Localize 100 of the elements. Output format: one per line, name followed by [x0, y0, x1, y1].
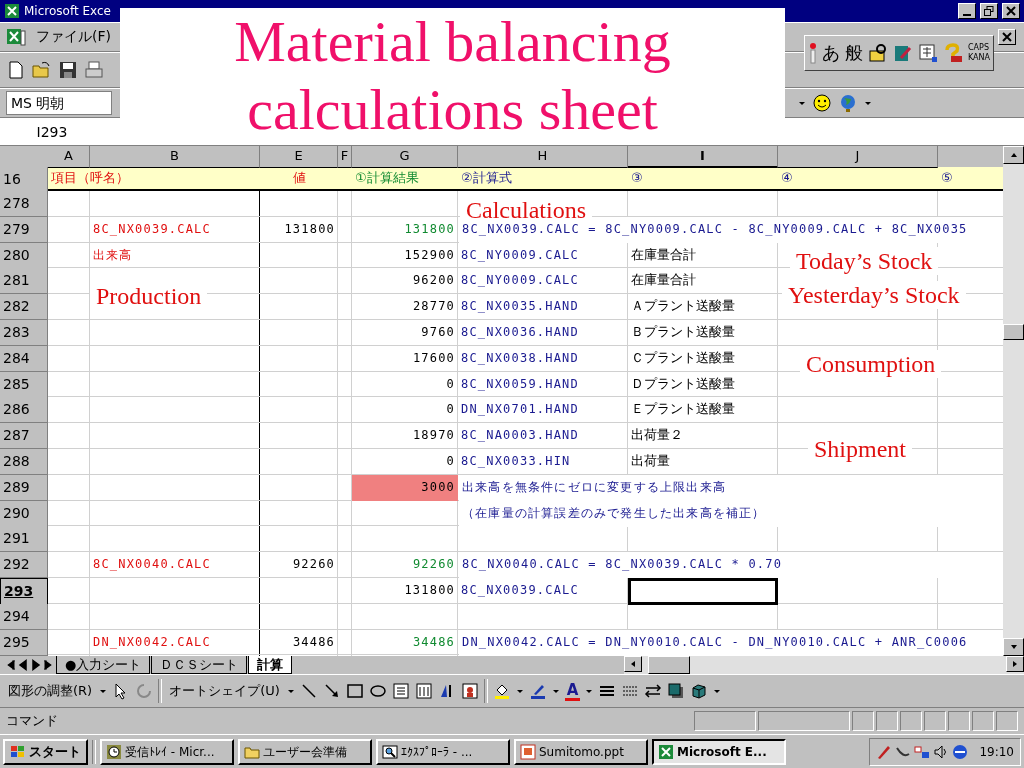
row-header[interactable]: 281 — [0, 268, 48, 295]
table-cell: 3000 — [352, 474, 458, 501]
table-cell-text: 152900 — [403, 246, 456, 264]
grid-pad-icon[interactable] — [918, 43, 938, 63]
rectangle-icon[interactable] — [345, 682, 364, 700]
toolbox-icon[interactable] — [868, 43, 888, 63]
cube-icon[interactable] — [690, 682, 709, 700]
columns-icon[interactable] — [414, 682, 433, 700]
network-icon[interactable] — [914, 744, 931, 760]
row-header[interactable]: 278 — [0, 191, 48, 217]
table-cell-text: 値 — [291, 169, 307, 187]
start-button[interactable]: スタート — [3, 739, 88, 765]
scroll-thumb[interactable] — [1003, 324, 1024, 340]
scroll-down-button[interactable] — [1003, 638, 1024, 656]
row-header[interactable]: 290 — [0, 500, 48, 527]
sheet-tab[interactable]: 計算 — [248, 656, 293, 674]
up-arrow-icon[interactable] — [1009, 151, 1018, 159]
caret-icon[interactable] — [798, 99, 806, 107]
table-cell-text: 34486 — [291, 633, 336, 651]
grip-icon[interactable] — [809, 42, 817, 64]
ellipse-icon[interactable] — [368, 682, 387, 700]
minimize-button[interactable] — [958, 3, 976, 19]
font-field[interactable]: MS 明朝 — [6, 91, 112, 115]
sheet-tab[interactable]: ●入力シート — [56, 656, 151, 674]
taskbar-button[interactable]: ｴｸｽﾌﾟﾛｰﾗ - ... — [376, 739, 510, 765]
right-arrow-icon[interactable] — [1011, 660, 1019, 668]
notebook-icon[interactable] — [893, 43, 913, 63]
row-header[interactable]: 292 — [0, 552, 48, 579]
scroll-thumb[interactable] — [648, 656, 690, 674]
save-icon[interactable] — [58, 60, 78, 80]
shadow-icon[interactable] — [667, 682, 686, 700]
status-panel — [876, 711, 898, 731]
vertical-scrollbar[interactable] — [1003, 146, 1024, 656]
caret-icon[interactable] — [515, 687, 524, 695]
conversion-mode-button[interactable]: 般 — [845, 41, 863, 65]
down-arrow-icon[interactable] — [1009, 643, 1018, 651]
row-header[interactable]: 284 — [0, 345, 48, 372]
sheet-nav-icon[interactable] — [17, 659, 29, 671]
new-file-icon[interactable] — [6, 60, 26, 80]
menu-item[interactable]: ファイル(F) — [32, 28, 115, 46]
row-header[interactable]: 294 — [0, 603, 48, 630]
caret-icon[interactable] — [551, 687, 560, 695]
row-header[interactable]: 279 — [0, 216, 48, 243]
windows-logo-icon — [10, 744, 26, 760]
table-cell-text: 92260 — [291, 556, 336, 574]
clip-art-icon[interactable] — [460, 682, 479, 700]
row-header[interactable]: 283 — [0, 320, 48, 346]
autoshapes-button[interactable]: オートシェイプ(U) — [167, 682, 282, 700]
caret-icon[interactable] — [585, 687, 594, 695]
left-arrow-icon[interactable] — [629, 660, 637, 668]
input-mode-button[interactable]: あ — [822, 41, 840, 65]
row-header[interactable]: 291 — [0, 526, 48, 553]
scroll-right-button[interactable] — [1006, 656, 1024, 672]
horizontal-scrollbar[interactable] — [624, 656, 1024, 674]
draw-menu-button[interactable]: 図形の調整(R) — [6, 682, 95, 700]
table-cell-text: 8C_NX0059.HAND — [460, 375, 580, 393]
taskbar-button[interactable]: Microsoft E... — [652, 739, 786, 765]
row-header[interactable]: 280 — [0, 242, 48, 269]
caret-icon[interactable] — [286, 687, 295, 695]
text-box-icon[interactable] — [391, 682, 410, 700]
open-folder-icon[interactable] — [32, 60, 52, 80]
table-cell-text: 出来高 — [92, 246, 134, 264]
taskbar-button[interactable]: ユーザー会準備 — [238, 739, 372, 765]
sheet-tab[interactable]: ＤＣＳシート — [151, 656, 248, 674]
smiley-icon[interactable] — [812, 93, 832, 113]
line-icon[interactable] — [299, 682, 318, 700]
row-header[interactable]: 285 — [0, 371, 48, 398]
row-header[interactable]: 293 — [0, 577, 48, 605]
print-icon[interactable] — [84, 60, 104, 80]
close-button[interactable] — [1002, 3, 1020, 19]
arrow-style-icon[interactable] — [644, 682, 663, 700]
arrow-icon[interactable] — [322, 682, 341, 700]
sheet-nav-icon[interactable] — [30, 659, 42, 671]
restore-button[interactable] — [980, 3, 998, 19]
row-header[interactable]: 286 — [0, 397, 48, 424]
row-header[interactable]: 287 — [0, 423, 48, 450]
close-button[interactable] — [998, 29, 1016, 45]
active-cell[interactable] — [628, 577, 778, 605]
taskbar-button[interactable]: 受信ﾄﾚｲ - Micr... — [100, 739, 234, 765]
taskbar-button[interactable]: Sumitomo.ppt — [514, 739, 648, 765]
pen-icon[interactable] — [528, 682, 547, 700]
row-header[interactable]: 289 — [0, 474, 48, 501]
separator — [483, 679, 488, 703]
caret-icon[interactable] — [99, 687, 108, 695]
row-header[interactable]: 282 — [0, 294, 48, 321]
pencil-icon[interactable] — [876, 744, 893, 760]
row-header[interactable]: 295 — [0, 629, 48, 656]
window-title: Microsoft Exce — [24, 4, 111, 18]
scroll-up-button[interactable] — [1003, 146, 1024, 164]
name-box[interactable]: I293 — [0, 123, 104, 140]
table-cell-text: 項目（呼名） — [50, 169, 130, 187]
row-header[interactable]: 16 — [0, 167, 48, 192]
fill-bucket-icon[interactable] — [492, 682, 511, 700]
scroll-left-button[interactable] — [624, 656, 642, 672]
caret-icon[interactable] — [713, 687, 722, 695]
row-header[interactable]: 288 — [0, 448, 48, 475]
caret-icon[interactable] — [864, 99, 872, 107]
font-color-button[interactable]: A — [564, 681, 581, 701]
help-icon[interactable] — [943, 43, 963, 63]
table-cell-text: 8C_NY0009.CALC — [460, 246, 580, 264]
